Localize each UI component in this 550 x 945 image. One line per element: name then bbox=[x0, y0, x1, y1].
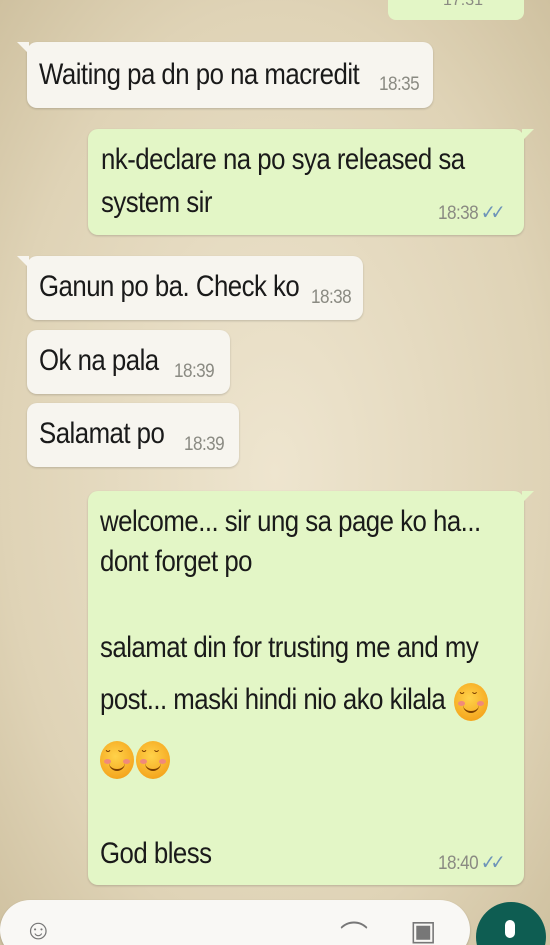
message-time: 18:38 bbox=[311, 287, 352, 308]
message-text: Waiting pa dn po na macredit bbox=[39, 58, 360, 91]
attach-icon[interactable]: ⌒ bbox=[340, 914, 368, 945]
message-bubble-incoming[interactable]: Ganun po ba. Check ko 18:38 bbox=[17, 256, 363, 320]
mic-icon bbox=[505, 920, 515, 938]
smiling-face-emoji-icon bbox=[454, 683, 488, 721]
message-text: system sir bbox=[101, 186, 212, 219]
message-text: Salamat po bbox=[39, 417, 165, 450]
message-text: Ok na pala bbox=[39, 344, 159, 377]
smiling-face-emoji-icon bbox=[100, 741, 134, 779]
mic-button[interactable] bbox=[476, 902, 546, 945]
message-bubble-incoming[interactable]: Waiting pa dn po na macredit 18:35 bbox=[17, 42, 433, 108]
message-time: 18:35 bbox=[379, 74, 420, 95]
message-text: post... maski hindi nio ako kilala bbox=[100, 683, 446, 716]
message-time: 18:38 ✓✓ bbox=[438, 202, 506, 224]
emoji-icon[interactable]: ☺ bbox=[24, 914, 53, 945]
message-text: welcome... sir ung sa page ko ha... bbox=[100, 505, 481, 538]
message-bubble-incoming[interactable]: Salamat po 18:39 bbox=[27, 403, 239, 467]
camera-icon[interactable]: ▣ bbox=[410, 914, 436, 945]
message-text: salamat din for trusting me and my bbox=[100, 631, 479, 664]
message-text: God bless bbox=[100, 837, 212, 870]
message-text: nk-declare na po sya released sa bbox=[101, 143, 465, 176]
message-input[interactable]: ☺ ⌒ ▣ bbox=[0, 900, 470, 945]
message-time: 17:31 bbox=[443, 0, 484, 9]
message-bubble-outgoing[interactable]: welcome... sir ung sa page ko ha... dont… bbox=[88, 491, 534, 885]
message-time: 18:39 bbox=[174, 361, 215, 382]
message-time: 18:39 bbox=[184, 434, 225, 455]
message-text: dont forget po bbox=[100, 545, 253, 578]
chat-view: 17:31 Waiting pa dn po na macredit 18:35… bbox=[0, 0, 550, 945]
message-time: 18:40 ✓✓ bbox=[438, 852, 506, 874]
message-bubble-incoming[interactable]: Ok na pala 18:39 bbox=[27, 330, 230, 394]
message-bubble-outgoing[interactable]: nk-declare na po sya released sa system … bbox=[88, 129, 534, 235]
message-bubble-outgoing[interactable]: 17:31 bbox=[388, 0, 524, 20]
message-text: Ganun po ba. Check ko bbox=[39, 270, 300, 303]
read-receipt-icon: ✓✓ bbox=[480, 852, 506, 874]
smiling-face-emoji-icon bbox=[136, 741, 170, 779]
read-receipt-icon: ✓✓ bbox=[480, 202, 506, 224]
